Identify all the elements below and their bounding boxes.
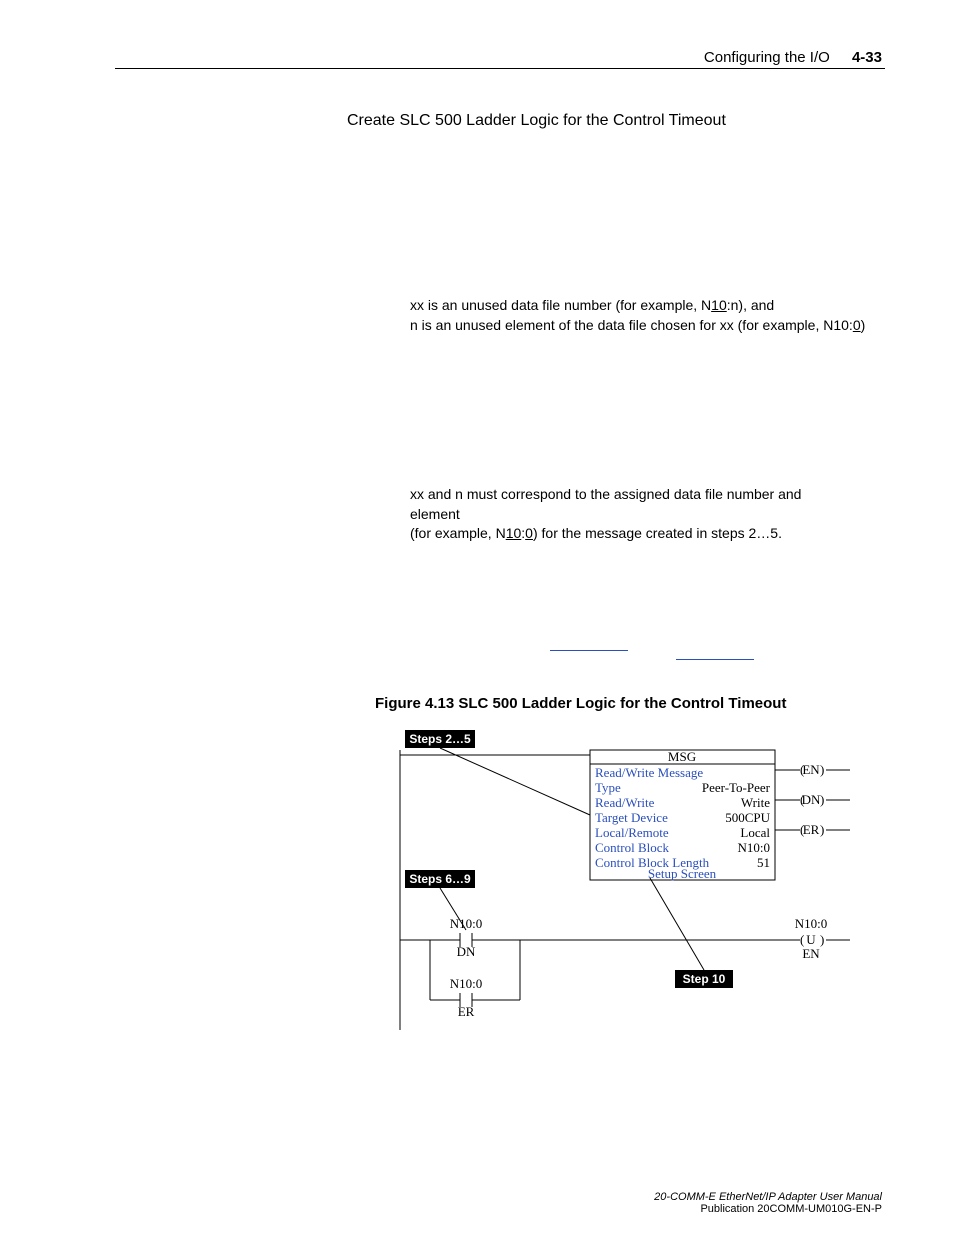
note-1: xx is an unused data file number (for ex…	[410, 296, 865, 335]
contact1-bot: DN	[457, 944, 476, 959]
coil-u-top: N10:0	[795, 916, 828, 931]
msg-header: Read/Write Message	[595, 765, 703, 780]
section-title: Create SLC 500 Ladder Logic for the Cont…	[347, 112, 726, 130]
header-section: Configuring the I/O	[704, 49, 830, 66]
coil-en: EN	[802, 762, 820, 777]
svg-text:): )	[820, 822, 824, 837]
page-header: Configuring the I/O 4-33	[704, 49, 882, 66]
note-2: xx and n must correspond to the assigned…	[410, 485, 855, 544]
msg-title: MSG	[668, 749, 696, 764]
svg-text:): )	[820, 792, 824, 807]
step-tag-a-text: Steps 2…5	[409, 732, 471, 746]
msg-v-2: 500CPU	[725, 810, 770, 825]
msg-v-0: Peer-To-Peer	[702, 780, 771, 795]
msg-k-1: Read/Write	[595, 795, 655, 810]
msg-v-1: Write	[741, 795, 770, 810]
msg-v-3: Local	[740, 825, 770, 840]
svg-text:(: (	[800, 932, 804, 947]
footer-line2: Publication 20COMM-UM010G-EN-P	[700, 1203, 882, 1215]
msg-k-2: Target Device	[595, 810, 668, 825]
coil-u: U	[806, 932, 816, 947]
ladder-diagram: MSG Read/Write Message Type Peer-To-Peer…	[390, 730, 870, 1030]
header-page: 4-33	[852, 49, 882, 66]
svg-text:): )	[820, 932, 824, 947]
coil-er: ER	[803, 822, 820, 837]
blue-rule-1	[550, 650, 628, 651]
header-rule	[115, 68, 885, 69]
msg-v-4: N10:0	[738, 840, 771, 855]
step-tag-b-text: Steps 6…9	[409, 872, 471, 886]
msg-k-4: Control Block	[595, 840, 670, 855]
coil-dn: DN	[802, 792, 821, 807]
msg-k-3: Local/Remote	[595, 825, 669, 840]
svg-text:): )	[820, 762, 824, 777]
contact2-bot: ER	[458, 1004, 475, 1019]
page-footer: 20-COMM-E EtherNet/IP Adapter User Manua…	[654, 1191, 882, 1215]
contact2-top: N10:0	[450, 976, 483, 991]
msg-k-0: Type	[595, 780, 621, 795]
footer-line1: 20-COMM-E EtherNet/IP Adapter User Manua…	[654, 1191, 882, 1203]
blue-rule-2	[676, 659, 754, 660]
msg-setup: Setup Screen	[648, 866, 717, 881]
figure-caption: Figure 4.13 SLC 500 Ladder Logic for the…	[375, 695, 786, 712]
msg-v-5: 51	[757, 855, 770, 870]
contact1-top: N10:0	[450, 916, 483, 931]
step-tag-c-text: Step 10	[683, 972, 726, 986]
coil-u-bot: EN	[802, 946, 820, 961]
